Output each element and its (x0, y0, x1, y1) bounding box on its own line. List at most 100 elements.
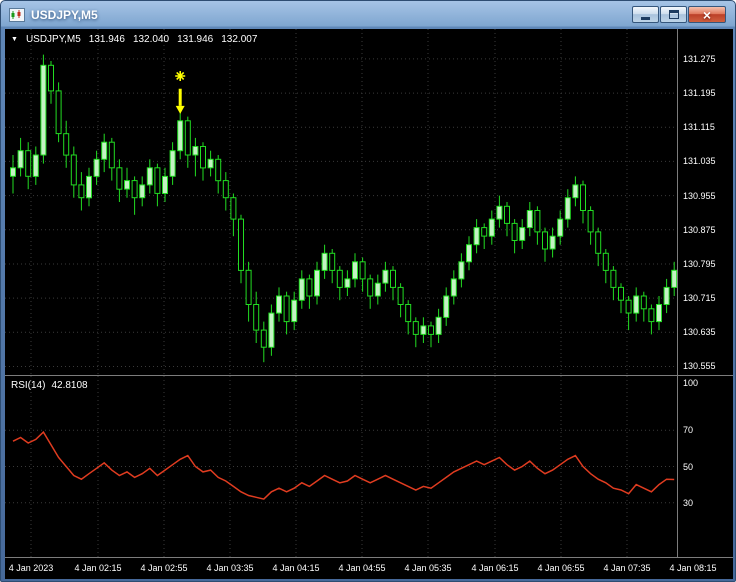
bull-candle (519, 227, 526, 241)
rsi-axis-label: 100 (683, 378, 699, 388)
rsi-info: RSI(14) 42.8108 (11, 380, 88, 391)
bear-candle (131, 180, 138, 199)
marker-star-icon (175, 70, 186, 81)
bull-candle (549, 235, 556, 250)
bull-candle (526, 210, 533, 229)
time-axis-label: 4 Jan 06:55 (537, 563, 585, 573)
rsi-line (12, 430, 675, 500)
bull-candle (420, 325, 427, 335)
bull-candle (443, 295, 450, 318)
bear-candle (504, 205, 510, 224)
rsi-label: RSI(14) (11, 380, 46, 391)
bull-candle (40, 64, 47, 156)
time-axis-label: 4 Jan 08:15 (669, 563, 717, 573)
bear-candle (260, 329, 267, 348)
window-titlebar[interactable]: USDJPY,M5 × (1, 1, 735, 28)
bear-candle (428, 325, 434, 335)
time-axis[interactable]: 4 Jan 2023 4 Jan 02:15 4 Jan 02:55 4 Jan 03… (5, 557, 733, 579)
maximize-icon (668, 10, 679, 19)
bear-candle (511, 222, 518, 241)
bull-candle (564, 197, 571, 220)
bear-candle (412, 321, 419, 335)
bull-candle (276, 295, 282, 314)
bull-candle (139, 184, 146, 199)
window-controls: × (632, 6, 726, 23)
bear-candle (230, 197, 237, 220)
symbol-dropdown-icon[interactable]: ▼ (11, 35, 18, 45)
chart-window-icon (9, 7, 25, 22)
bull-candle (466, 244, 472, 263)
time-axis-label: 4 Jan 04:15 (272, 563, 320, 573)
bear-candle (222, 180, 229, 199)
rsi-axis-label: 30 (683, 497, 694, 508)
bull-candle (633, 295, 640, 314)
chart-low-value: 131.946 (177, 34, 214, 45)
time-axis-label: 4 Jan 02:15 (74, 563, 122, 573)
bear-candle (306, 278, 313, 297)
bull-candle (32, 154, 39, 177)
bear-candle (154, 167, 161, 194)
maximize-button[interactable] (660, 6, 687, 23)
bull-candle (124, 180, 130, 190)
bear-candle (602, 252, 609, 271)
bear-candle (534, 210, 541, 233)
bear-candle (329, 252, 336, 271)
price-axis-label: 131.115 (683, 122, 715, 133)
bear-candle (397, 286, 404, 305)
bull-candle (291, 299, 298, 323)
time-axis-label: 4 Jan 03:35 (206, 563, 254, 573)
bear-candle (405, 304, 412, 323)
bear-candle (648, 308, 655, 323)
bull-candle (162, 175, 168, 194)
marker-arrow-head (175, 105, 185, 114)
window-title: USDJPY,M5 (31, 7, 98, 22)
time-axis-label: 4 Jan 02:55 (140, 563, 188, 573)
bull-candle (382, 269, 389, 284)
close-button[interactable]: × (688, 6, 726, 23)
price-axis-label: 130.955 (683, 190, 716, 201)
bull-candle (344, 278, 351, 288)
bull-candle (268, 312, 275, 348)
bull-candle (321, 252, 328, 271)
chart-open-value: 131.946 (88, 34, 125, 45)
price-axis-label: 131.275 (683, 53, 716, 64)
close-icon: × (702, 6, 712, 23)
bull-candle (656, 304, 662, 323)
price-axis[interactable]: 131.275 131.195 131.115 131.035 130.955 130.8… (677, 29, 733, 557)
bear-candle (245, 269, 252, 306)
bull-candle (374, 282, 381, 297)
bear-candle (390, 269, 396, 288)
bull-candle (557, 218, 564, 237)
chart-window: USDJPY,M5 × ▼ USDJPY,M5 131.946 132.040 … (0, 0, 736, 582)
bear-candle (640, 295, 647, 310)
rsi-indicator-chart[interactable] (5, 376, 677, 557)
bear-candle (580, 184, 586, 211)
bull-candle (450, 278, 457, 297)
bear-candle (542, 231, 548, 250)
time-axis-label: 4 Jan 04:55 (338, 563, 386, 573)
chart-high-value: 132.040 (132, 34, 170, 45)
chart-symbol-period: USDJPY,M5 (25, 34, 81, 45)
time-axis-label: 4 Jan 07:35 (603, 563, 651, 573)
bear-candle (253, 304, 260, 331)
rsi-axis-label: 50 (683, 461, 694, 472)
bear-candle (610, 269, 617, 288)
minimize-button[interactable] (632, 6, 659, 23)
bear-candle (481, 227, 488, 237)
bull-candle (314, 269, 320, 297)
bull-candle (17, 150, 24, 169)
candlestick-chart[interactable] (5, 29, 677, 375)
bear-candle (283, 295, 290, 323)
minimize-icon (641, 17, 650, 20)
bear-candle (595, 231, 602, 254)
bull-candle (488, 218, 495, 237)
bull-candle (663, 286, 670, 305)
bear-candle (625, 299, 632, 314)
bull-candle (86, 175, 92, 199)
bear-candle (200, 146, 206, 169)
price-axis-label: 130.635 (683, 327, 716, 338)
bear-candle (63, 133, 70, 156)
bear-candle (70, 154, 77, 186)
bear-candle (25, 150, 32, 177)
bear-candle (618, 286, 624, 301)
